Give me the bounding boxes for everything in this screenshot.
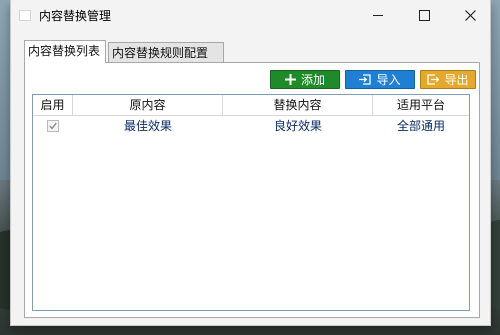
- enabled-checkbox[interactable]: [47, 120, 59, 132]
- table-header: 启用 原内容 替换内容 适用平台: [33, 95, 469, 116]
- minimize-button[interactable]: [355, 0, 401, 30]
- replace-list-table[interactable]: 启用 原内容 替换内容 适用平台 最佳效果 良好效果 全部通用: [32, 94, 470, 311]
- tab-replace-list[interactable]: 内容替换列表: [24, 40, 106, 63]
- tab-panel: 添加 导入 导出 启用 原内容 替换内容 适用平台 最佳效果 良好效果 全部通用: [24, 62, 480, 318]
- column-header-replacement[interactable]: 替换内容: [223, 95, 373, 115]
- column-header-original[interactable]: 原内容: [73, 95, 223, 115]
- import-button-label: 导入: [376, 73, 401, 87]
- window-title: 内容替换管理: [39, 9, 112, 23]
- close-button[interactable]: [447, 0, 493, 30]
- import-icon: [359, 74, 372, 85]
- plus-icon: [284, 74, 296, 85]
- checkmark-icon: [49, 122, 57, 130]
- export-button[interactable]: 导出: [420, 70, 476, 89]
- export-button-label: 导出: [444, 73, 469, 87]
- tab-replace-rules[interactable]: 内容替换规则配置: [108, 42, 224, 62]
- export-icon: [427, 74, 440, 85]
- app-icon: [19, 10, 31, 21]
- maximize-icon: [418, 9, 430, 21]
- close-icon: [464, 9, 476, 21]
- replacement-content-cell: 良好效果: [273, 119, 322, 133]
- title-bar[interactable]: 内容替换管理: [11, 0, 490, 30]
- original-content-cell: 最佳效果: [123, 119, 172, 133]
- minimize-icon: [373, 14, 383, 16]
- column-header-enabled[interactable]: 启用: [33, 95, 73, 115]
- platform-cell: 全部通用: [396, 119, 445, 133]
- column-header-platform[interactable]: 适用平台: [373, 95, 469, 115]
- enabled-cell: [33, 116, 73, 136]
- dialog-window: 内容替换管理 内容替换列表 内容替换规则配置 添加 导入 导出 启用 原内容 替…: [10, 0, 491, 326]
- table-row[interactable]: 最佳效果 良好效果 全部通用: [33, 116, 469, 136]
- add-button-label: 添加: [300, 73, 325, 87]
- maximize-button[interactable]: [401, 0, 447, 30]
- add-button[interactable]: 添加: [270, 70, 340, 89]
- import-button[interactable]: 导入: [345, 70, 415, 89]
